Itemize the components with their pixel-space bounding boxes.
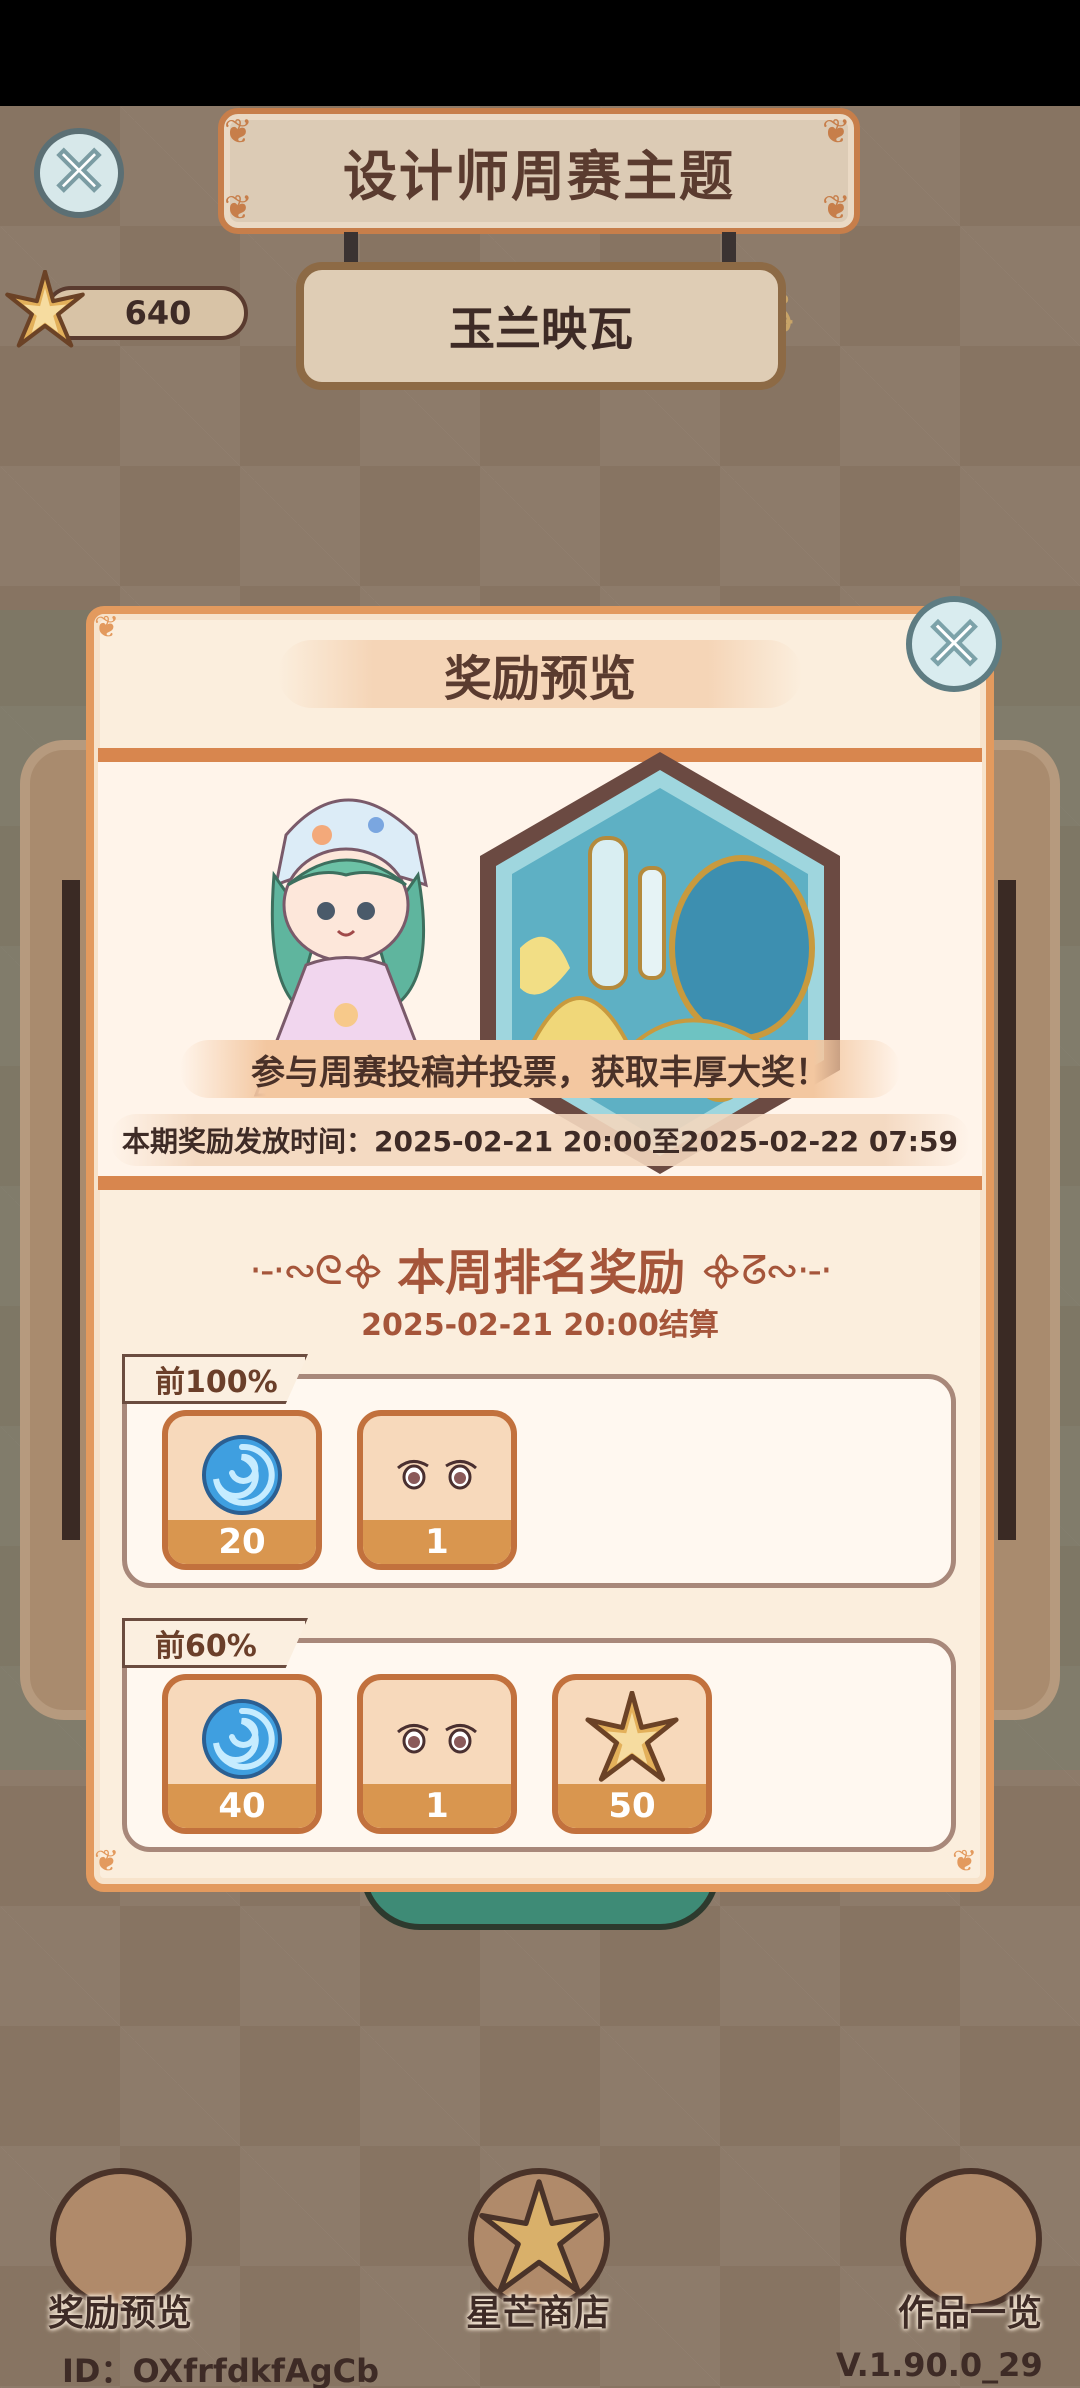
reward-item[interactable]: 20 (162, 1410, 322, 1570)
ornament-icon: ❦ (822, 112, 851, 152)
close-button[interactable]: ✕ (34, 128, 124, 218)
page-title: 设计师周赛主题 (343, 144, 735, 208)
nav-works-label: 作品一览 (897, 2293, 1042, 2334)
background-pillar-right (998, 880, 1016, 1540)
star-icon (585, 1691, 679, 1782)
background-pillar-left (62, 880, 80, 1540)
banner-time: 本期奖励发放时间：2025-02-21 20:00至2025-02-22 07:… (122, 1125, 958, 1158)
nav-shop-label: 星芒商店 (465, 2293, 610, 2334)
star-count: 640 (124, 294, 192, 332)
ornament-icon: ❦ (224, 112, 253, 152)
tier-tag: 前100% (122, 1354, 308, 1404)
nav-shop-button[interactable]: 星芒商店 (418, 2168, 618, 2334)
reward-count: 20 (218, 1522, 266, 1562)
settle-date: 2025-02-21 20:00结算 (361, 1308, 719, 1343)
theme-name: 玉兰映瓦 (449, 302, 633, 356)
blue-swirl-icon (202, 1699, 282, 1779)
theme-plate: 玉兰映瓦 (296, 262, 786, 390)
reward-count: 40 (218, 1786, 266, 1826)
star-icon (5, 270, 85, 348)
star-counter: 640 (4, 270, 248, 348)
ornament-icon: ❦ (224, 188, 253, 228)
status-bar (0, 0, 1080, 106)
flourish-left-icon: ·-·∾ᘓ᯽ (249, 1247, 385, 1294)
eyes-icon (397, 1460, 477, 1490)
ornament-icon: ❦ (822, 188, 851, 228)
corner-ornament-icon: ❦ (94, 610, 120, 645)
eyes-icon (397, 1724, 477, 1754)
reward-item[interactable]: 40 (162, 1674, 322, 1834)
ranking-title-row: ·-·∾ᘓ᯽ 本周排名奖励 ᯽ᘔ∾·-· (200, 1236, 880, 1301)
tier-tag: 前60% (122, 1618, 308, 1668)
page-title-plate: 设计师周赛主题 (218, 108, 860, 234)
reward-count: 1 (425, 1786, 449, 1826)
reward-item[interactable]: 1 (357, 1410, 517, 1570)
banner-caption-bar: 参与周赛投稿并投票，获取丰厚大奖！ (180, 1040, 900, 1098)
tier-label: 前100% (155, 1365, 278, 1400)
reward-count: 50 (608, 1786, 656, 1826)
modal-title: 奖励预览 (443, 651, 636, 707)
ranking-title: 本周排名奖励 (397, 1245, 686, 1301)
tier-label: 前60% (155, 1629, 257, 1664)
modal-title-bar: 奖励预览 (278, 640, 802, 708)
modal-close-button[interactable]: ✕ (906, 596, 1002, 692)
user-id: ID：OXfrfdkfAgCb (62, 2352, 380, 2388)
reward-count: 1 (425, 1522, 449, 1562)
banner-time-bar: 本期奖励发放时间：2025-02-21 20:00至2025-02-22 07:… (110, 1114, 970, 1166)
nav-rewards-button[interactable]: 奖励预览 (0, 2168, 200, 2334)
close-icon: ✕ (49, 133, 110, 212)
corner-ornament-icon: ❦ (94, 1844, 120, 1879)
nav-works-button[interactable]: 作品一览 (850, 2168, 1050, 2334)
flourish-right-icon: ᯽ᘔ∾·-· (699, 1247, 833, 1294)
banner-caption: 参与周赛投稿并投票，获取丰厚大奖！ (251, 1052, 829, 1093)
blue-swirl-icon (202, 1435, 282, 1515)
app-version: V.1.90.0_29 (836, 2346, 1043, 2384)
reward-item[interactable]: 50 (552, 1674, 712, 1834)
nav-rewards-label: 奖励预览 (47, 2293, 192, 2334)
corner-ornament-icon: ❦ (952, 1844, 978, 1879)
reward-item[interactable]: 1 (357, 1674, 517, 1834)
close-icon: ✕ (922, 602, 986, 686)
